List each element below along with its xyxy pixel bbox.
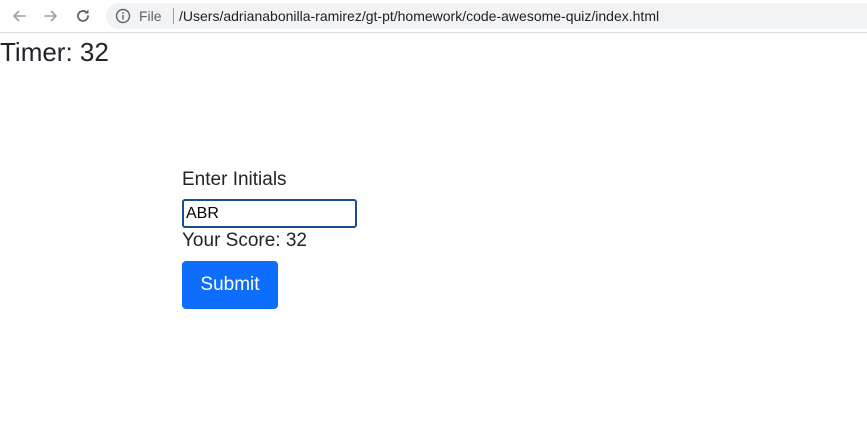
address-bar[interactable]: File /Users/adrianabonilla-ramirez/gt-pt… xyxy=(106,3,867,29)
browser-toolbar: File /Users/adrianabonilla-ramirez/gt-pt… xyxy=(0,0,867,33)
submit-button[interactable]: Submit xyxy=(182,261,278,309)
arrow-left-icon xyxy=(13,10,26,22)
timer-display: Timer: 32 xyxy=(0,37,109,67)
initials-label: Enter Initials xyxy=(182,169,287,190)
forward-button[interactable] xyxy=(38,4,64,28)
scheme-label: File xyxy=(139,8,162,24)
arrow-right-icon xyxy=(44,10,57,22)
back-button[interactable] xyxy=(6,4,32,28)
reload-button[interactable] xyxy=(70,4,96,28)
reload-icon xyxy=(77,9,89,22)
initials-input[interactable] xyxy=(182,199,357,228)
omnibox-divider xyxy=(173,8,174,24)
url-text[interactable]: /Users/adrianabonilla-ramirez/gt-pt/home… xyxy=(179,8,659,24)
info-icon[interactable] xyxy=(115,8,131,24)
score-display: Your Score: 32 xyxy=(182,230,307,251)
